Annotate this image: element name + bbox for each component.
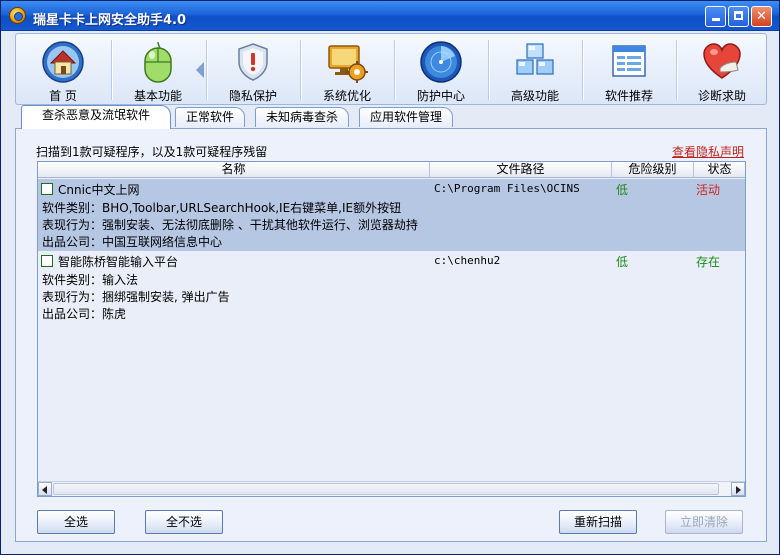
select-none-button[interactable]: 全不选 (145, 510, 223, 534)
maximize-button[interactable] (728, 6, 749, 27)
column-header-path[interactable]: 文件路径 (430, 162, 612, 178)
clean-now-button[interactable]: 立即清除 (665, 510, 743, 534)
toolbar-label-recommend: 软件推荐 (604, 89, 653, 103)
toolbar-label-protection: 防护中心 (416, 89, 465, 103)
column-header-name[interactable]: 名称 (38, 162, 430, 178)
threat-list: 名称 文件路径 危险级别 状态 Cnnic中文上网 C:\Program Fil… (37, 161, 746, 497)
row-risk: 低 (616, 255, 629, 269)
toolbar-item-home[interactable]: 首 页 (16, 34, 110, 104)
column-header-state[interactable]: 状态 (694, 162, 745, 178)
row-category: 软件类别：BHO,Toolbar,URLSearchHook,IE右键菜单,IE… (42, 201, 402, 215)
row-state: 存在 (696, 255, 721, 269)
row-company: 出品公司：陈虎 (42, 307, 127, 321)
toolbar-item-protection[interactable]: 防护中心 (395, 34, 487, 104)
toolbar-label-privacy: 隐私保护 (228, 89, 277, 103)
main-toolbar: 首 页 基本功能 隐私保护 系统优化 防护中心 高级功能 软件推荐 诊断求助 (15, 33, 767, 105)
maximize-icon (734, 11, 743, 20)
scroll-thumb[interactable] (53, 483, 719, 495)
row-category: 软件类别：输入法 (42, 273, 139, 287)
column-header-risk[interactable]: 危险级别 (612, 162, 694, 178)
list-header: 名称 文件路径 危险级别 状态 (38, 162, 745, 178)
row-checkbox[interactable] (41, 255, 53, 267)
home-icon (42, 41, 84, 83)
tab-unknown-virus[interactable]: 未知病毒查杀 (255, 107, 350, 127)
minimize-button[interactable] (705, 6, 726, 27)
mouse-icon (144, 41, 172, 83)
toolbar-item-advanced[interactable]: 高级功能 (489, 34, 581, 104)
arrow-right-icon (736, 486, 741, 494)
row-path: C:\Program Files\OCINS (434, 182, 580, 195)
row-behavior: 表现行为：捆绑强制安装, 弹出广告 (42, 290, 230, 304)
horizontal-scrollbar[interactable] (38, 481, 745, 496)
minimize-icon (711, 18, 720, 21)
cubes-icon (516, 43, 554, 75)
row-checkbox[interactable] (41, 183, 53, 195)
app-window: 瑞星卡卡上网安全助手4.0 ✕ 首 页 基本功能 隐私保护 系统优化 防护中心 … (0, 0, 780, 555)
row-behavior: 表现行为：强制安装、无法彻底删除 、干扰其他软件运行、浏览器劫持 (42, 218, 418, 232)
tab-strip: 查杀恶意及流氓软件 正常软件 未知病毒查杀 应用软件管理 (15, 105, 767, 129)
app-logo-icon (9, 7, 26, 24)
row-path: c:\chenhu2 (434, 254, 501, 267)
monitor-gear-icon (328, 45, 368, 83)
toolbar-item-privacy[interactable]: 隐私保护 (207, 34, 299, 104)
content-panel: 扫描到1款可疑程序，以及1款可疑程序残留 查看隐私声明 名称 文件路径 危险级别… (15, 128, 767, 542)
table-row[interactable]: 智能陈桥智能输入平台 c:\chenhu2 低 存在 软件类别：输入法 表现行为… (38, 251, 745, 323)
toolbar-item-recommend[interactable]: 软件推荐 (583, 34, 675, 104)
scroll-right-button[interactable] (731, 482, 745, 496)
row-risk: 低 (616, 183, 629, 197)
row-state: 活动 (696, 183, 721, 197)
radar-icon (420, 41, 462, 83)
table-row[interactable]: Cnnic中文上网 C:\Program Files\OCINS 低 活动 软件… (38, 179, 745, 251)
select-all-button[interactable]: 全选 (37, 510, 115, 534)
collapse-arrow-icon[interactable] (196, 62, 204, 78)
tab-normal-software[interactable]: 正常软件 (175, 107, 246, 127)
tab-app-management[interactable]: 应用软件管理 (359, 107, 454, 127)
window-title: 瑞星卡卡上网安全助手4.0 (33, 13, 187, 28)
toolbar-label-optimize: 系统优化 (322, 89, 371, 103)
row-name: 智能陈桥智能输入平台 (58, 255, 179, 269)
toolbar-item-optimize[interactable]: 系统优化 (301, 34, 393, 104)
heart-hand-icon (703, 43, 741, 79)
privacy-statement-link[interactable]: 查看隐私声明 (672, 143, 744, 160)
scan-summary: 扫描到1款可疑程序，以及1款可疑程序残留 (36, 145, 268, 159)
shield-icon (238, 43, 268, 81)
toolbar-label-home: 首 页 (49, 89, 77, 103)
close-button[interactable]: ✕ (751, 6, 772, 27)
row-company: 出品公司：中国互联网络信息中心 (42, 235, 223, 249)
title-bar[interactable]: 瑞星卡卡上网安全助手4.0 ✕ (1, 1, 779, 31)
toolbar-item-basic[interactable]: 基本功能 (112, 34, 204, 104)
toolbar-item-help[interactable]: 诊断求助 (677, 34, 767, 104)
close-icon: ✕ (756, 9, 767, 24)
rescan-button[interactable]: 重新扫描 (559, 510, 637, 534)
arrow-left-icon (42, 486, 47, 494)
toolbar-label-basic: 基本功能 (133, 89, 182, 103)
toolbar-label-help: 诊断求助 (697, 89, 746, 103)
scroll-left-button[interactable] (38, 482, 52, 496)
row-name: Cnnic中文上网 (58, 183, 140, 197)
tab-malware-scan[interactable]: 查杀恶意及流氓软件 (21, 105, 171, 129)
window-list-icon (612, 45, 646, 77)
toolbar-label-advanced: 高级功能 (510, 89, 559, 103)
